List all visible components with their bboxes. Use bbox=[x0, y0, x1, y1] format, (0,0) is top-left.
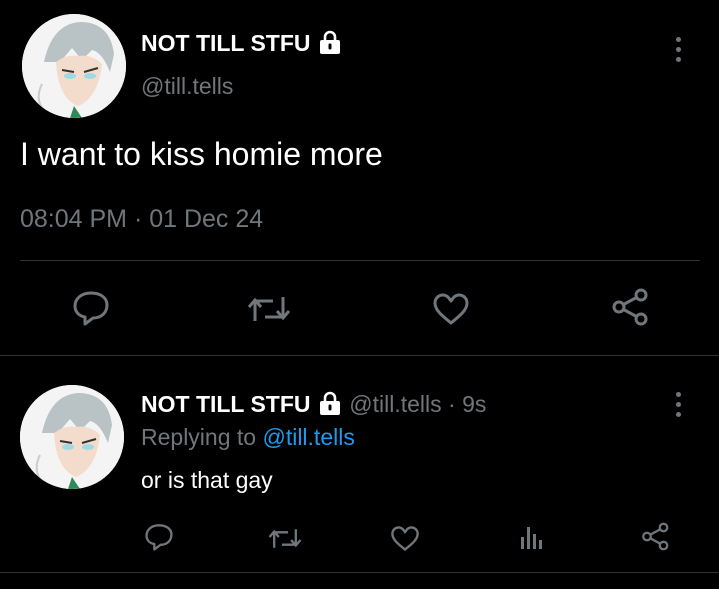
replying-to-line: Replying to @till.tells bbox=[141, 424, 355, 451]
like-icon[interactable] bbox=[432, 292, 470, 326]
tweet-text: I want to kiss homie more bbox=[20, 136, 383, 172]
more-options-icon[interactable] bbox=[668, 392, 688, 417]
avatar[interactable] bbox=[20, 385, 124, 489]
reply-icon[interactable] bbox=[144, 523, 174, 551]
share-icon[interactable] bbox=[611, 288, 651, 326]
share-icon[interactable] bbox=[641, 522, 671, 551]
display-name[interactable]: NOT TILL STFU bbox=[141, 30, 311, 56]
divider bbox=[0, 355, 719, 356]
lock-icon bbox=[317, 29, 343, 61]
avatar[interactable] bbox=[22, 14, 126, 118]
retweet-icon[interactable] bbox=[247, 293, 291, 325]
like-icon[interactable] bbox=[390, 525, 420, 552]
display-name[interactable]: NOT TILL STFU bbox=[141, 391, 311, 417]
reply-text: or is that gay bbox=[141, 467, 273, 493]
reply-author-row: NOT TILL STFU @till.tells · 9s bbox=[141, 390, 486, 422]
divider bbox=[0, 572, 719, 573]
handle[interactable]: @till.tells bbox=[141, 73, 233, 100]
handle-time[interactable]: @till.tells · 9s bbox=[349, 391, 486, 417]
retweet-icon[interactable] bbox=[268, 526, 302, 551]
analytics-icon[interactable] bbox=[519, 525, 545, 551]
author-row: NOT TILL STFU bbox=[141, 29, 343, 61]
reply-icon[interactable] bbox=[72, 290, 110, 326]
replying-to-label: Replying to bbox=[141, 424, 263, 450]
replying-to-link[interactable]: @till.tells bbox=[262, 424, 354, 450]
more-options-icon[interactable] bbox=[668, 37, 688, 62]
timestamp: 08:04 PM · 01 Dec 24 bbox=[20, 205, 264, 233]
divider bbox=[20, 260, 700, 261]
lock-icon bbox=[317, 390, 343, 422]
